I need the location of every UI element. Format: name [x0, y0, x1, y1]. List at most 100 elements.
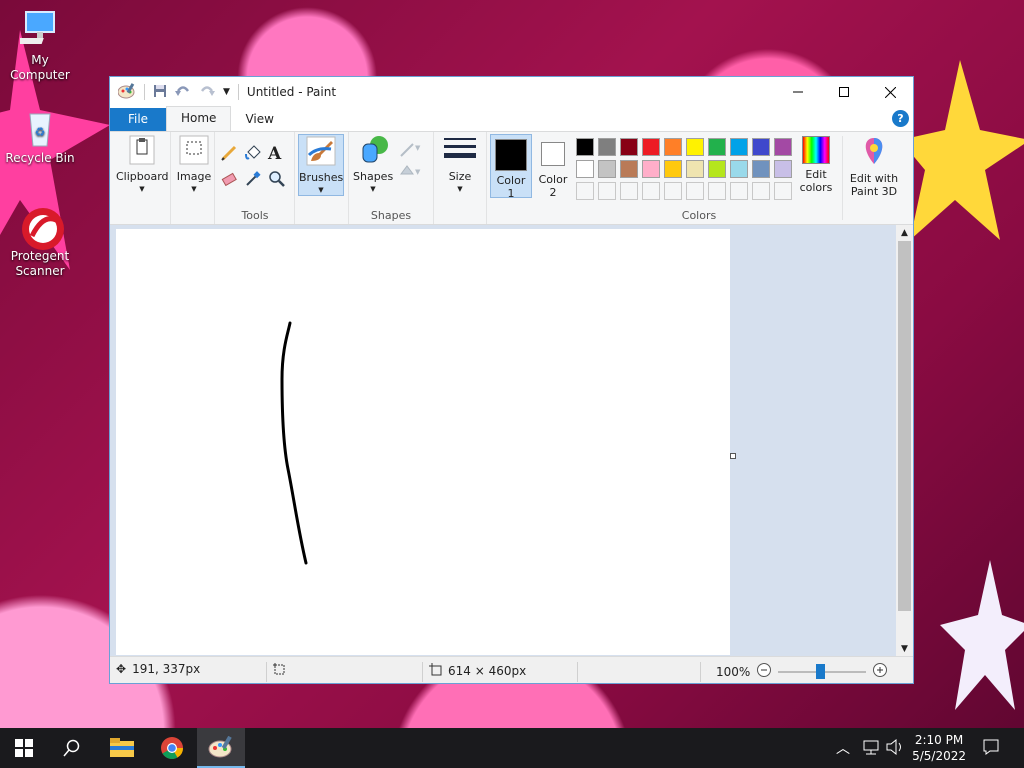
- notifications-icon[interactable]: [982, 738, 1000, 759]
- eraser-icon[interactable]: [220, 170, 238, 188]
- custom-color-slot[interactable]: [576, 182, 594, 200]
- palette-swatch[interactable]: [664, 160, 682, 178]
- scroll-down-icon[interactable]: ▼: [896, 641, 913, 657]
- custom-color-slot[interactable]: [664, 182, 682, 200]
- text-tool-icon[interactable]: A: [268, 144, 286, 164]
- save-icon[interactable]: [153, 84, 167, 101]
- outline-icon[interactable]: ▼: [399, 140, 421, 158]
- chrome-button[interactable]: [148, 728, 196, 768]
- selection-size: [272, 662, 286, 679]
- maximize-button[interactable]: [821, 77, 867, 107]
- pencil-icon[interactable]: [220, 144, 238, 162]
- background-star: [900, 60, 1024, 240]
- zoom-slider[interactable]: [778, 663, 867, 680]
- shapes-button[interactable]: Shapes ▼: [353, 134, 393, 194]
- dropdown-arrow-icon: ▼: [318, 186, 324, 194]
- desktop-icon-my-computer[interactable]: My Computer: [0, 10, 80, 83]
- palette-swatch[interactable]: [774, 160, 792, 178]
- custom-color-slot[interactable]: [642, 182, 660, 200]
- color1-button[interactable]: Color 1: [490, 134, 532, 200]
- desktop-icon-label: Protegent Scanner: [10, 249, 70, 278]
- paint-taskbar-button[interactable]: [197, 728, 245, 768]
- selection-icon: [272, 662, 286, 679]
- palette-swatch[interactable]: [752, 138, 770, 156]
- palette-swatch[interactable]: [708, 160, 726, 178]
- palette-swatch[interactable]: [642, 138, 660, 156]
- svg-text:♻: ♻: [35, 125, 46, 139]
- vertical-scrollbar[interactable]: ▲ ▼: [896, 225, 913, 657]
- edit-with-paint3d-button[interactable]: Edit with Paint 3D: [846, 136, 902, 198]
- palette-swatch[interactable]: [730, 138, 748, 156]
- image-button[interactable]: Image ▼: [174, 134, 214, 194]
- palette-swatch[interactable]: [620, 160, 638, 178]
- custom-color-slot[interactable]: [752, 182, 770, 200]
- drawing-canvas[interactable]: [116, 229, 730, 655]
- size-group: Size ▼: [434, 132, 487, 224]
- search-icon: [63, 739, 80, 757]
- magnifier-icon[interactable]: [268, 170, 286, 188]
- size-button[interactable]: Size ▼: [438, 134, 482, 194]
- palette-swatch[interactable]: [576, 160, 594, 178]
- network-icon[interactable]: [862, 739, 880, 758]
- start-button[interactable]: [0, 728, 48, 768]
- undo-icon[interactable]: [175, 84, 191, 101]
- zoom-out-button[interactable]: [756, 662, 772, 681]
- palette-swatch[interactable]: [598, 160, 616, 178]
- tab-view[interactable]: View: [231, 108, 287, 131]
- desktop-icon-protegent-scanner[interactable]: Protegent Scanner: [0, 206, 80, 279]
- palette-swatch[interactable]: [686, 138, 704, 156]
- zoom-in-button[interactable]: [872, 662, 888, 681]
- palette-swatch[interactable]: [642, 160, 660, 178]
- custom-color-slot[interactable]: [620, 182, 638, 200]
- scrollbar-thumb[interactable]: [898, 241, 911, 611]
- file-explorer-button[interactable]: [98, 728, 146, 768]
- custom-color-slot[interactable]: [598, 182, 616, 200]
- shapes-group: Shapes ▼ ▼ ▼ Shapes: [348, 132, 434, 224]
- volume-icon[interactable]: [886, 738, 904, 758]
- protegent-icon: [20, 206, 64, 250]
- clipboard-button[interactable]: Clipboard ▼: [116, 134, 169, 194]
- color2-button[interactable]: Color 2: [534, 134, 572, 199]
- palette-swatch[interactable]: [686, 160, 704, 178]
- palette-swatch[interactable]: [620, 138, 638, 156]
- custom-color-slot[interactable]: [730, 182, 748, 200]
- brushes-button[interactable]: Brushes ▼: [298, 134, 344, 196]
- shapes-label: Shapes: [353, 170, 394, 183]
- canvas-resize-handle[interactable]: [730, 453, 736, 459]
- tab-file[interactable]: File: [110, 108, 166, 131]
- paint-app-icon[interactable]: [117, 82, 136, 102]
- fill-icon[interactable]: ▼: [399, 162, 421, 180]
- custom-color-slot[interactable]: [686, 182, 704, 200]
- folder-icon: [110, 738, 134, 757]
- palette-swatch[interactable]: [664, 138, 682, 156]
- fill-bucket-icon[interactable]: [244, 144, 262, 162]
- close-button[interactable]: [867, 77, 913, 107]
- show-hidden-icons-button[interactable]: ︿: [836, 738, 850, 758]
- help-button[interactable]: ?: [892, 110, 909, 127]
- search-button[interactable]: [48, 728, 96, 768]
- customize-qa-chevron-icon[interactable]: ▼: [223, 87, 230, 97]
- edit-colors-button[interactable]: Edit colors: [796, 136, 836, 198]
- custom-color-slot[interactable]: [708, 182, 726, 200]
- tools-group: A Tools: [216, 132, 295, 224]
- color-picker-icon[interactable]: [244, 170, 262, 188]
- minimize-button[interactable]: [775, 77, 821, 107]
- desktop-icon-recycle-bin[interactable]: ♻ Recycle Bin: [0, 108, 80, 166]
- zoom-slider-thumb[interactable]: [816, 663, 826, 679]
- size-label: Size: [448, 170, 472, 183]
- tab-home[interactable]: Home: [166, 106, 232, 131]
- palette-swatch[interactable]: [576, 138, 594, 156]
- palette-swatch[interactable]: [752, 160, 770, 178]
- scroll-up-icon[interactable]: ▲: [896, 225, 913, 241]
- edit-colors-label: Edit colors: [799, 168, 833, 194]
- palette-swatch[interactable]: [708, 138, 726, 156]
- palette-swatch[interactable]: [730, 160, 748, 178]
- palette-swatch[interactable]: [598, 138, 616, 156]
- cursor-position: ✥ 191, 337px: [116, 662, 200, 676]
- palette-swatch[interactable]: [774, 138, 792, 156]
- title-bar: ▼ Untitled - Paint: [110, 77, 913, 107]
- dropdown-arrow-icon: ▼: [139, 185, 145, 193]
- redo-icon[interactable]: [199, 84, 215, 101]
- system-clock[interactable]: 2:10 PM 5/5/2022: [912, 732, 966, 764]
- custom-color-slot[interactable]: [774, 182, 792, 200]
